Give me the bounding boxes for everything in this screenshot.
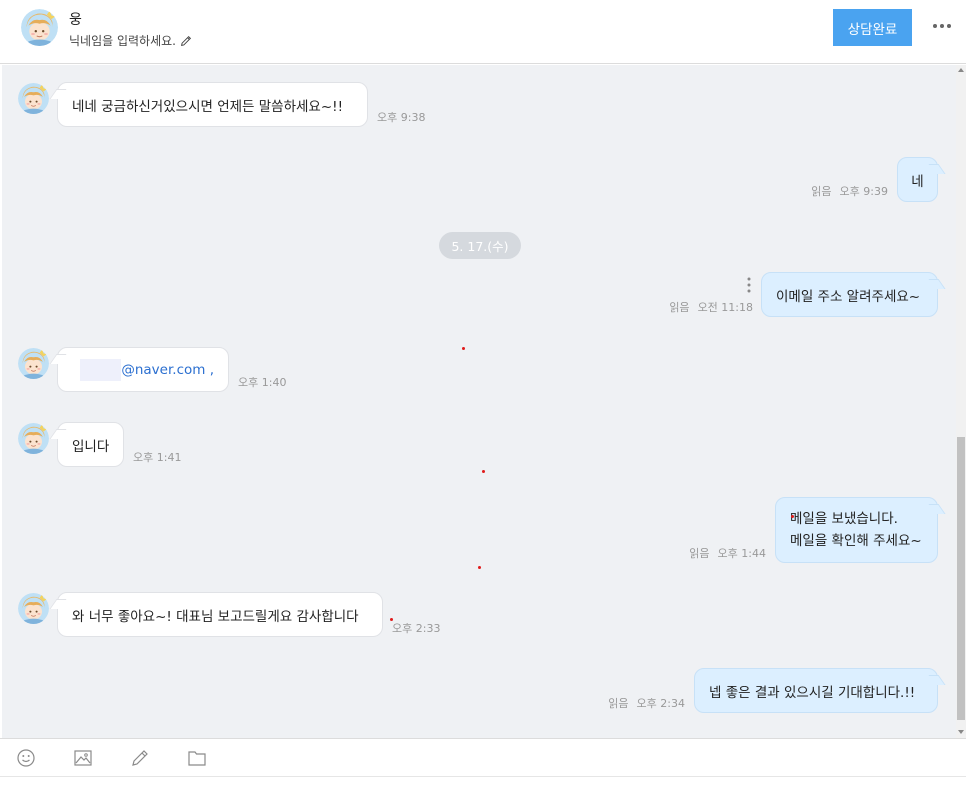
more-options-icon[interactable] bbox=[930, 16, 954, 36]
message-bubble[interactable]: 네네 궁금하신거있으시면 언제든 말씀하세요~!! bbox=[49, 82, 368, 127]
annotation-dot bbox=[390, 618, 393, 621]
contact-name: 웅 bbox=[69, 12, 82, 28]
annotation-dot bbox=[462, 347, 465, 350]
message-meta: 읽음 오후 2:34 bbox=[608, 695, 685, 711]
message-bubble[interactable]: 와 너무 좋아요~! 대표님 보고드릴게요 감사합니다 bbox=[49, 592, 383, 637]
chat-header: 웅 닉네임을 입력하세요. 상담완료 bbox=[0, 0, 966, 64]
message-text: 네 bbox=[911, 173, 924, 190]
folder-icon[interactable] bbox=[187, 748, 207, 768]
read-status: 읽음 bbox=[689, 547, 710, 560]
annotation-dot bbox=[482, 470, 485, 473]
message-time: 오후 9:38 bbox=[377, 111, 426, 124]
chat-area[interactable]: 네네 궁금하신거있으시면 언제든 말씀하세요~!! 오후 9:38 읽음 오후 9… bbox=[2, 65, 956, 738]
message-bubble[interactable]: 이메일 주소 알려주세요~ bbox=[761, 272, 946, 317]
consult-complete-button[interactable]: 상담완료 bbox=[833, 9, 912, 46]
message-text: 입니다 bbox=[72, 438, 110, 455]
avatar[interactable] bbox=[18, 83, 49, 114]
message-bubble[interactable]: 입니다 bbox=[49, 422, 124, 467]
image-icon[interactable] bbox=[73, 748, 93, 768]
message-time: 오후 9:39 bbox=[839, 185, 888, 198]
redacted-block bbox=[80, 358, 122, 381]
email-link[interactable]: @naver.com , bbox=[121, 362, 214, 378]
read-status: 읽음 bbox=[811, 185, 832, 198]
message-text: 네네 궁금하신거있으시면 언제든 말씀하세요~!! bbox=[72, 98, 343, 115]
scroll-down-arrow-icon[interactable] bbox=[957, 728, 965, 736]
message-bubble[interactable]: 넵 좋은 결과 있으시길 기대합니다.!! bbox=[694, 668, 946, 713]
message-meta: 읽음 오후 9:39 bbox=[811, 183, 888, 199]
pencil-icon bbox=[181, 35, 192, 46]
date-divider: 5. 17.(수) bbox=[439, 232, 521, 259]
message-meta: 읽음 오전 11:18 bbox=[669, 299, 753, 315]
message-input-area[interactable] bbox=[0, 776, 966, 785]
scroll-up-arrow-icon[interactable] bbox=[957, 66, 965, 74]
pencil-icon[interactable] bbox=[130, 748, 150, 768]
read-status: 읽음 bbox=[608, 697, 629, 710]
avatar[interactable] bbox=[18, 348, 49, 379]
message-text: 넵 좋은 결과 있으시길 기대합니다.!! bbox=[709, 684, 916, 701]
profile-avatar[interactable] bbox=[21, 9, 58, 46]
avatar[interactable] bbox=[18, 593, 49, 624]
nickname-placeholder: 닉네임을 입력하세요. bbox=[69, 34, 176, 48]
message-bubble[interactable]: @naver.com , bbox=[49, 347, 229, 392]
message-line: 메일을 확인해 주세요~ bbox=[790, 533, 922, 549]
message-time: 오전 11:18 bbox=[697, 301, 753, 314]
message-bubble[interactable]: 네 bbox=[897, 157, 946, 202]
message-time: 오후 1:44 bbox=[717, 547, 766, 560]
message-line: 메일을 보냈습니다. bbox=[790, 511, 898, 527]
message-time: 오후 2:33 bbox=[392, 622, 441, 635]
input-toolbar bbox=[0, 738, 966, 776]
annotation-dot bbox=[478, 566, 481, 569]
read-status: 읽음 bbox=[669, 301, 690, 314]
message-time: 오후 1:40 bbox=[238, 376, 287, 389]
emoji-icon[interactable] bbox=[16, 748, 36, 768]
nickname-edit[interactable]: 닉네임을 입력하세요. bbox=[69, 32, 193, 49]
message-text: 이메일 주소 알려주세요~ bbox=[776, 288, 921, 305]
message-meta: 읽음 오후 1:44 bbox=[689, 545, 766, 561]
message-bubble[interactable]: 메일을 보냈습니다. 메일을 확인해 주세요~ bbox=[775, 497, 946, 563]
message-time: 오후 2:34 bbox=[636, 697, 685, 710]
avatar[interactable] bbox=[18, 423, 49, 454]
message-options-icon[interactable] bbox=[746, 276, 752, 294]
scrollbar-thumb[interactable] bbox=[957, 437, 965, 720]
annotation-dot bbox=[791, 515, 794, 518]
message-text: 와 너무 좋아요~! 대표님 보고드릴게요 감사합니다 bbox=[72, 608, 359, 625]
message-time: 오후 1:41 bbox=[133, 451, 182, 464]
